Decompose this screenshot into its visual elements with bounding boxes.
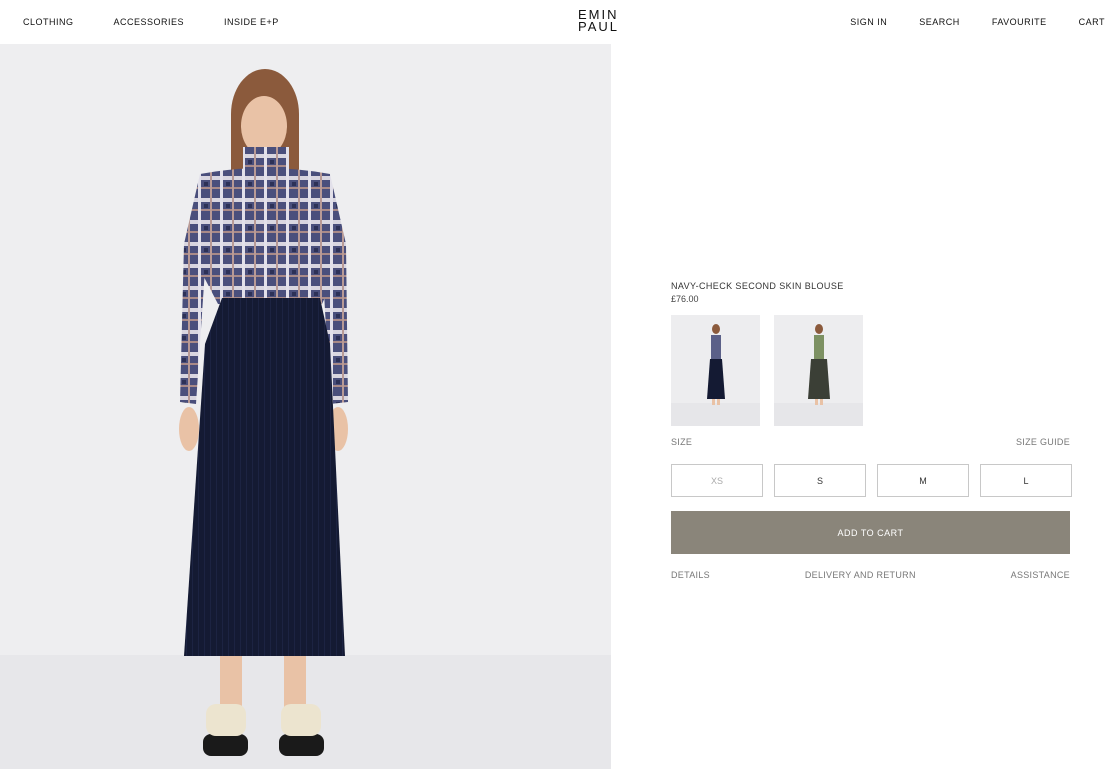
delivery-return-link[interactable]: DELIVERY AND RETURN [805, 570, 916, 580]
nav-cart[interactable]: CART [1079, 17, 1105, 27]
size-l-button[interactable]: L [980, 464, 1072, 497]
nav-search[interactable]: SEARCH [919, 17, 960, 27]
nav-favourite[interactable]: FAVOURITE [992, 17, 1047, 27]
size-selector: XS S M L [671, 464, 1072, 497]
nav-accessories[interactable]: ACCESSORIES [114, 17, 185, 27]
details-link[interactable]: DETAILS [671, 570, 710, 580]
thumbnail-green-figure [774, 324, 863, 426]
size-m-button[interactable]: M [877, 464, 969, 497]
nav-inside-ep[interactable]: INSIDE E+P [224, 17, 279, 27]
assistance-link[interactable]: ASSISTANCE [1011, 570, 1070, 580]
colour-thumbnails [671, 315, 877, 426]
model-figure [179, 69, 348, 756]
logo-line-2: PAUL [578, 19, 619, 34]
site-header: CLOTHING ACCESSORIES INSIDE E+P EMIN PAU… [0, 0, 1120, 44]
brand-logo[interactable]: EMIN PAUL [578, 8, 619, 34]
nav-sign-in[interactable]: SIGN IN [850, 17, 887, 27]
product-hero-image[interactable] [0, 44, 611, 769]
nav-clothing[interactable]: CLOTHING [23, 17, 74, 27]
thumbnail-green-check[interactable] [774, 315, 863, 426]
account-nav: SIGN IN SEARCH FAVOURITE CART [818, 17, 1105, 27]
thumbnail-navy-figure [671, 324, 760, 426]
thumbnail-navy-check[interactable] [671, 315, 760, 426]
primary-nav: CLOTHING ACCESSORIES INSIDE E+P [23, 17, 319, 27]
size-xs-button[interactable]: XS [671, 464, 763, 497]
product-title: NAVY-CHECK SECOND SKIN BLOUSE [671, 281, 844, 291]
size-guide-link[interactable]: SIZE GUIDE [1016, 437, 1070, 447]
size-label: SIZE [671, 437, 693, 447]
size-s-button[interactable]: S [774, 464, 866, 497]
product-info-links: DETAILS DELIVERY AND RETURN ASSISTANCE [671, 570, 1070, 580]
add-to-cart-button[interactable]: ADD TO CART [671, 511, 1070, 554]
product-price: £76.00 [671, 294, 699, 304]
